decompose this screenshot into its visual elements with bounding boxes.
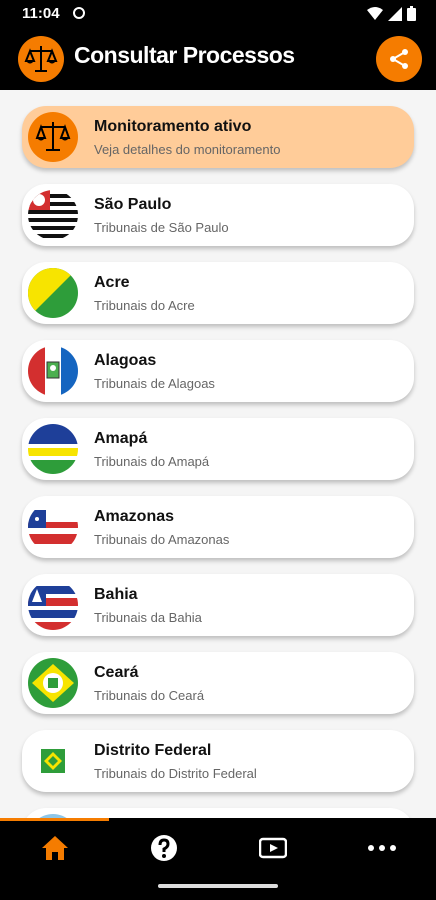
amazonas-flag-icon <box>28 502 78 552</box>
state-item-amazonas[interactable]: Amazonas Tribunais do Amazonas <box>22 496 414 558</box>
state-subtitle: Tribunais de São Paulo <box>94 220 229 235</box>
state-name: Distrito Federal <box>94 742 212 759</box>
sao-paulo-flag-icon <box>28 190 78 240</box>
state-name: São Paulo <box>94 196 172 213</box>
ceara-flag-icon <box>28 658 78 708</box>
video-icon <box>258 837 287 859</box>
home-icon <box>41 836 68 860</box>
state-subtitle: Tribunais do Amapá <box>94 454 210 469</box>
state-subtitle: Tribunais do Acre <box>94 298 195 313</box>
state-subtitle: Tribunais da Bahia <box>94 610 202 625</box>
app-title: Consultar Processos <box>74 42 295 68</box>
nav-home[interactable] <box>0 828 109 868</box>
status-time: 11:04 <box>22 5 60 22</box>
state-name: Bahia <box>94 586 138 603</box>
distrito-federal-flag-icon <box>28 736 78 786</box>
state-list[interactable]: Monitoramento ativo Veja detalhes do mon… <box>0 90 436 818</box>
alagoas-flag-icon <box>28 346 78 396</box>
bottom-nav <box>0 818 436 900</box>
state-item-distrito-federal[interactable]: Distrito Federal Tribunais do Distrito F… <box>22 730 414 792</box>
state-item-alagoas[interactable]: Alagoas Tribunais de Alagoas <box>22 340 414 402</box>
state-item-partial[interactable] <box>22 808 414 818</box>
nav-more[interactable] <box>327 828 436 868</box>
state-subtitle: Tribunais de Alagoas <box>94 376 215 391</box>
signal-icon <box>388 6 402 21</box>
acre-flag-icon <box>28 268 78 318</box>
nav-help[interactable] <box>109 828 218 868</box>
state-name: Amazonas <box>94 508 175 525</box>
state-name: Amapá <box>94 430 148 447</box>
monitor-title: Monitoramento ativo <box>94 118 252 135</box>
notification-icon <box>73 7 85 19</box>
status-icons <box>367 6 416 21</box>
monitor-card[interactable]: Monitoramento ativo Veja detalhes do mon… <box>22 106 414 168</box>
state-name: Alagoas <box>94 352 157 369</box>
battery-icon <box>407 6 416 21</box>
nav-video[interactable] <box>218 828 327 868</box>
share-icon <box>390 49 408 69</box>
state-item-bahia[interactable]: Bahia Tribunais da Bahia <box>22 574 414 636</box>
state-subtitle: Tribunais do Amazonas <box>94 532 230 547</box>
scales-icon <box>18 36 64 82</box>
app-bar: Consultar Processos <box>0 28 436 90</box>
scales-icon <box>28 112 78 162</box>
state-name: Acre <box>94 274 130 291</box>
state-item-ceara[interactable]: Ceará Tribunais do Ceará <box>22 652 414 714</box>
active-tab-indicator <box>0 818 109 821</box>
amapa-flag-icon <box>28 424 78 474</box>
state-subtitle: Tribunais do Ceará <box>94 688 205 703</box>
status-bar: 11:04 <box>0 0 436 28</box>
state-name: Ceará <box>94 664 139 681</box>
state-item-sao-paulo[interactable]: São Paulo Tribunais de São Paulo <box>22 184 414 246</box>
state-item-amapa[interactable]: Amapá Tribunais do Amapá <box>22 418 414 480</box>
share-button[interactable] <box>376 36 422 82</box>
monitor-subtitle: Veja detalhes do monitoramento <box>94 142 281 157</box>
bahia-flag-icon <box>28 580 78 630</box>
gesture-bar[interactable] <box>158 884 278 888</box>
wifi-icon <box>367 6 383 20</box>
help-icon <box>150 835 177 861</box>
state-subtitle: Tribunais do Distrito Federal <box>94 766 257 781</box>
state-item-acre[interactable]: Acre Tribunais do Acre <box>22 262 414 324</box>
more-icon <box>367 845 396 851</box>
